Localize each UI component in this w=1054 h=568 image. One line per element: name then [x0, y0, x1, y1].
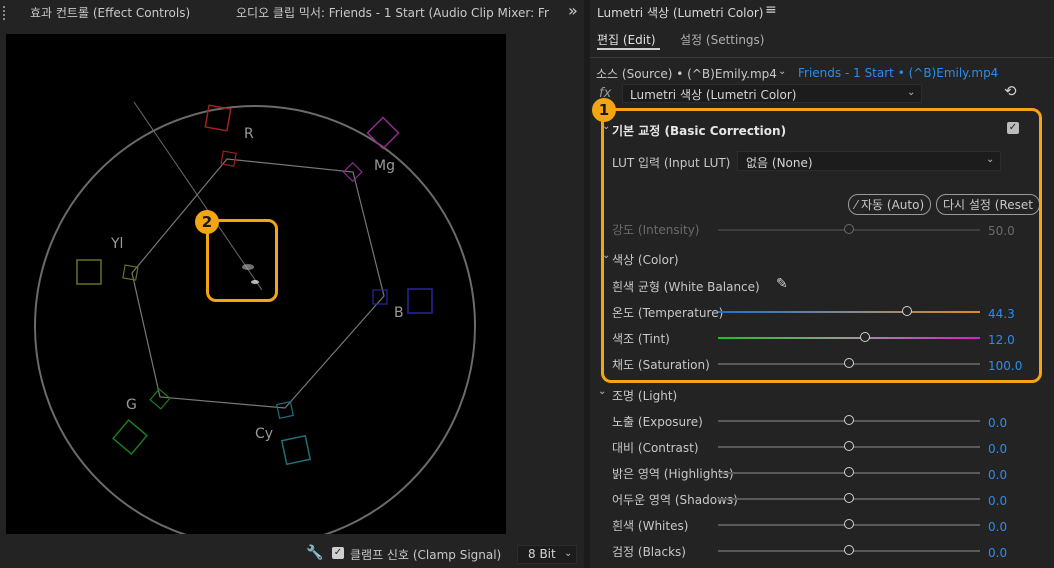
- effect-name: Lumetri 색상 (Lumetri Color): [630, 88, 797, 102]
- tab-settings[interactable]: 설정 (Settings): [680, 31, 764, 48]
- contrast-slider-knob[interactable]: [844, 441, 854, 451]
- scope-label-cyan: Cy: [255, 426, 274, 442]
- scope-label-magenta: Mg: [374, 158, 395, 174]
- reset-effect-icon[interactable]: ⟲: [1004, 82, 1017, 100]
- scope-label-red: R: [244, 126, 254, 142]
- contrast-label: 대비 (Contrast): [612, 441, 699, 455]
- light-section-title[interactable]: 조명 (Light): [612, 387, 677, 404]
- exposure-label: 노출 (Exposure): [612, 415, 703, 429]
- blacks-value[interactable]: 0.0: [988, 546, 1007, 560]
- tab-audio-clip-mixer[interactable]: 오디오 클립 믹서: Friends - 1 Start (Audio Clip…: [236, 4, 549, 21]
- annotation-badge-2: 2: [195, 210, 219, 234]
- panel-menu-icon[interactable]: ≡: [765, 2, 777, 18]
- highlight-box-1: [601, 108, 1042, 383]
- whites-value[interactable]: 0.0: [988, 520, 1007, 534]
- tab-effect-controls[interactable]: 효과 컨트롤 (Effect Controls): [30, 4, 190, 21]
- tab-divider: [590, 57, 1054, 58]
- blacks-slider-knob[interactable]: [844, 545, 854, 555]
- highlights-label: 밝은 영역 (Highlights): [612, 467, 734, 481]
- highlight-box-2: [206, 219, 278, 302]
- light-section-chevron-icon[interactable]: ⌄: [598, 386, 606, 397]
- sequence-link[interactable]: Friends - 1 Start • (^B)Emily.mp4: [798, 66, 998, 80]
- exposure-value[interactable]: 0.0: [988, 416, 1007, 430]
- clamp-signal-checkbox[interactable]: ✓: [332, 547, 344, 559]
- lumetri-color-panel: Lumetri 색상 (Lumetri Color) ≡ 편집 (Edit) 설…: [590, 0, 1054, 568]
- whites-slider-knob[interactable]: [844, 519, 854, 529]
- contrast-value[interactable]: 0.0: [988, 442, 1007, 456]
- effect-select[interactable]: Lumetri 색상 (Lumetri Color) ⌄: [622, 84, 922, 103]
- active-tab-indicator: [597, 48, 660, 50]
- blacks-label: 검정 (Blacks): [612, 545, 686, 559]
- chevron-down-icon: ⌄: [907, 87, 916, 98]
- scope-label-yellow: Yl: [111, 236, 124, 252]
- exposure-slider-knob[interactable]: [844, 415, 854, 425]
- panel-title: Lumetri 색상 (Lumetri Color): [597, 6, 764, 20]
- chevron-down-icon: ⌄: [564, 548, 573, 559]
- vectorscope-panel: 효과 컨트롤 (Effect Controls) 오디오 클립 믹서: Frie…: [0, 0, 584, 568]
- scope-label-green: G: [126, 397, 137, 413]
- whites-label: 흰색 (Whites): [612, 519, 689, 533]
- wrench-icon[interactable]: 🔧: [306, 545, 323, 561]
- bit-depth-select[interactable]: 8 Bit ⌄: [517, 545, 577, 564]
- bit-depth-value: 8 Bit: [528, 547, 556, 561]
- shadows-slider-knob[interactable]: [844, 493, 854, 503]
- shadows-value[interactable]: 0.0: [988, 494, 1007, 508]
- scope-label-blue: B: [394, 305, 404, 321]
- highlights-value[interactable]: 0.0: [988, 468, 1007, 482]
- highlights-slider-knob[interactable]: [844, 467, 854, 477]
- annotation-badge-1: 1: [592, 98, 616, 122]
- source-label: 소스 (Source) • (^B)Emily.mp4: [596, 67, 777, 81]
- panel-overflow-button[interactable]: »: [568, 1, 578, 20]
- tab-edit[interactable]: 편집 (Edit): [597, 31, 656, 48]
- source-chevron-icon[interactable]: ⌄: [778, 66, 786, 77]
- panel-grip-icon[interactable]: [3, 6, 11, 20]
- clamp-signal-label: 클램프 신호 (Clamp Signal): [350, 548, 502, 562]
